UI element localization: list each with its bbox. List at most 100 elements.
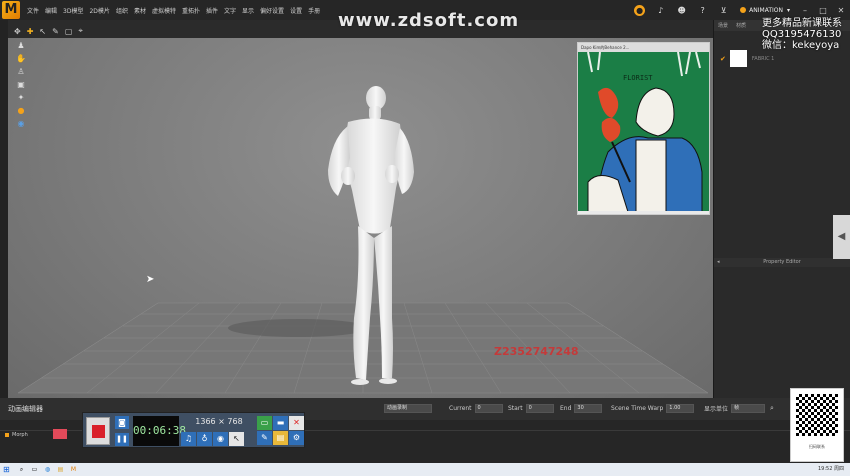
folder-icon[interactable]: ▤ [273,431,288,445]
record-mode-select[interactable]: 动画录制 [384,404,432,413]
fabric-tool-icon[interactable]: ▣ [15,79,27,91]
animation-editor-title: 动画编辑器 [8,405,43,413]
video-title: Dapo Kim的Behance 2... [578,43,709,52]
animation-mode-switch[interactable]: ANIMATION ▾ [740,7,790,14]
qr-code-image [796,394,838,436]
box-select-icon[interactable]: ▢ [65,27,73,36]
microphone-icon[interactable]: ♁ [197,432,212,446]
app-logo: M [2,1,20,19]
tab-scene[interactable]: 场景 [714,22,732,29]
stop-record-button[interactable] [86,417,110,445]
edit-icon[interactable]: ✎ [52,27,59,36]
menu-item-text[interactable]: 文字 [221,6,239,15]
pause-icon[interactable]: ❚❚ [115,433,129,446]
video-scrollbar[interactable] [578,211,709,214]
transform-icon[interactable]: ✚ [27,27,34,36]
promo-text: 更多精品新课联系 QQ3195476130 微信：kekeyoya [762,18,842,51]
region-icon[interactable]: ▭ [257,416,272,430]
chevron-down-icon: ▾ [786,6,790,14]
mouse-cursor-icon: ➤ [146,274,155,285]
close-button[interactable]: ✕ [832,6,850,15]
menu-item-manual[interactable]: 手册 [305,6,323,15]
menu-item-2d-pattern[interactable]: 2D模片 [86,6,112,15]
screen-recorder-widget: ◙ ❚❚ 00:06:38 1366 × 768 ♫ ♁ ◉ ↖ ▭ ▬ ✕ ✎… [82,412,305,448]
start-frame-field: Start 0 [508,404,554,413]
animation-mode-label: ANIMATION [749,6,783,14]
current-frame-field: Current 0 [449,404,503,413]
start-input[interactable]: 0 [525,404,554,413]
avatar-tool-icon[interactable]: ♟ [15,40,27,52]
face-tool-icon[interactable]: ● [15,105,27,117]
minimize-button[interactable]: – [796,6,814,15]
person-tool-icon[interactable]: ♙ [15,66,27,78]
browser-icon[interactable]: ◍ [43,465,52,474]
camera-icon[interactable]: ⌖ [78,26,83,36]
record-timer: 00:06:38 [133,416,186,446]
site-watermark: www.zdsoft.com [338,10,520,31]
folder-taskbar-icon[interactable]: ▤ [56,465,65,474]
cart-icon[interactable]: ⊻ [718,5,729,16]
scene-time-warp-input[interactable]: 1.00 [666,404,695,413]
tab-material[interactable]: 材质 [732,22,750,29]
user-icon[interactable]: ☻ [676,5,687,16]
app-taskbar-icon[interactable]: M [69,465,78,474]
gear-icon[interactable]: ⚙ [289,431,304,445]
menu-item-display[interactable]: 显示 [239,6,257,15]
camera-icon[interactable]: ◙ [115,416,129,429]
current-label: Current [449,405,472,412]
main-menu: 文件 编辑 3D模型 2D模片 组织 素材 虚拟模特 重拓扑 插件 文字 显示 … [24,6,323,15]
end-input[interactable]: 30 [574,404,603,413]
help-icon[interactable]: ? [697,5,708,16]
keyframe-marker[interactable] [53,429,67,439]
move-icon[interactable]: ✥ [14,27,21,36]
close-recorder-icon[interactable]: ✕ [289,416,304,430]
menu-item-fabric[interactable]: 组织 [113,6,131,15]
search-taskbar-icon[interactable]: ⌕ [17,465,26,474]
qr-code-card: 扫码联系 [790,388,844,462]
qr-caption: 扫码联系 [809,444,825,449]
current-input[interactable]: 0 [474,404,503,413]
recorder-tools-grid: ▭ ▬ ✕ ✎ ▤ ⚙ [257,416,304,445]
fullscreen-icon[interactable]: ▬ [273,416,288,430]
viewport-toolbar: ✥ ✚ ↖ ✎ ▢ ⌖ [14,24,89,38]
display-unit-field: 显示单位 帧 [704,404,766,413]
speaker-icon[interactable]: ♫ [181,432,196,446]
task-view-icon[interactable]: ▭ [30,465,39,474]
menu-item-plugins[interactable]: 插件 [203,6,221,15]
windows-start-icon[interactable]: ⊞ [3,465,13,474]
pen-icon[interactable]: ✎ [257,431,272,445]
fabric-list-item[interactable]: ✔ FABRIC 1 [720,50,774,67]
select-icon[interactable]: ↖ [39,27,46,36]
maximize-button[interactable]: □ [814,6,832,15]
menu-item-preferences[interactable]: 偏好设置 [257,6,287,15]
pose-tool-icon[interactable]: ✋ [15,53,27,65]
track-label: Morph [12,432,28,438]
menu-item-material[interactable]: 素材 [131,6,149,15]
video-preview-window[interactable]: Dapo Kim的Behance 2... FLORIST [577,42,710,215]
menu-item-file[interactable]: 文件 [24,6,42,15]
search-icon[interactable]: ⌕ [770,404,774,413]
panel-toggle-tab[interactable]: ◀ [833,215,850,259]
toon-icon[interactable]: ● [634,4,646,16]
promo-line-3: 微信：kekeyoya [762,40,840,51]
windows-taskbar: ⊞ ⌕ ▭ ◍ ▤ M 19:52 周四 [0,463,850,476]
cursor-icon[interactable]: ↖ [229,432,244,446]
sound-icon[interactable]: ♪ [655,5,666,16]
record-mode-value: 动画录制 [384,404,432,413]
menu-item-retopology[interactable]: 重拓扑 [179,6,203,15]
menu-item-settings[interactable]: 设置 [287,6,305,15]
avatar-model[interactable] [308,78,418,388]
recorder-tools-row: ♫ ♁ ◉ ↖ [181,432,245,446]
menu-item-3d-garment[interactable]: 3D模型 [60,6,86,15]
menu-item-edit[interactable]: 编辑 [42,6,60,15]
track-marker-icon [5,433,9,437]
record-resolution: 1366 × 768 [195,417,243,426]
pin-tool-icon[interactable]: ✦ [15,92,27,104]
globe-tool-icon[interactable]: ◉ [15,118,27,130]
menu-item-avatar[interactable]: 虚拟模特 [149,6,179,15]
webcam-icon[interactable]: ◉ [213,432,228,446]
fabric-label: FABRIC 1 [751,55,775,62]
promo-line-2: QQ3195476130 [762,29,842,40]
display-unit-select[interactable]: 帧 [731,404,766,413]
property-editor-header[interactable]: ◂ Property Editor [714,258,850,267]
